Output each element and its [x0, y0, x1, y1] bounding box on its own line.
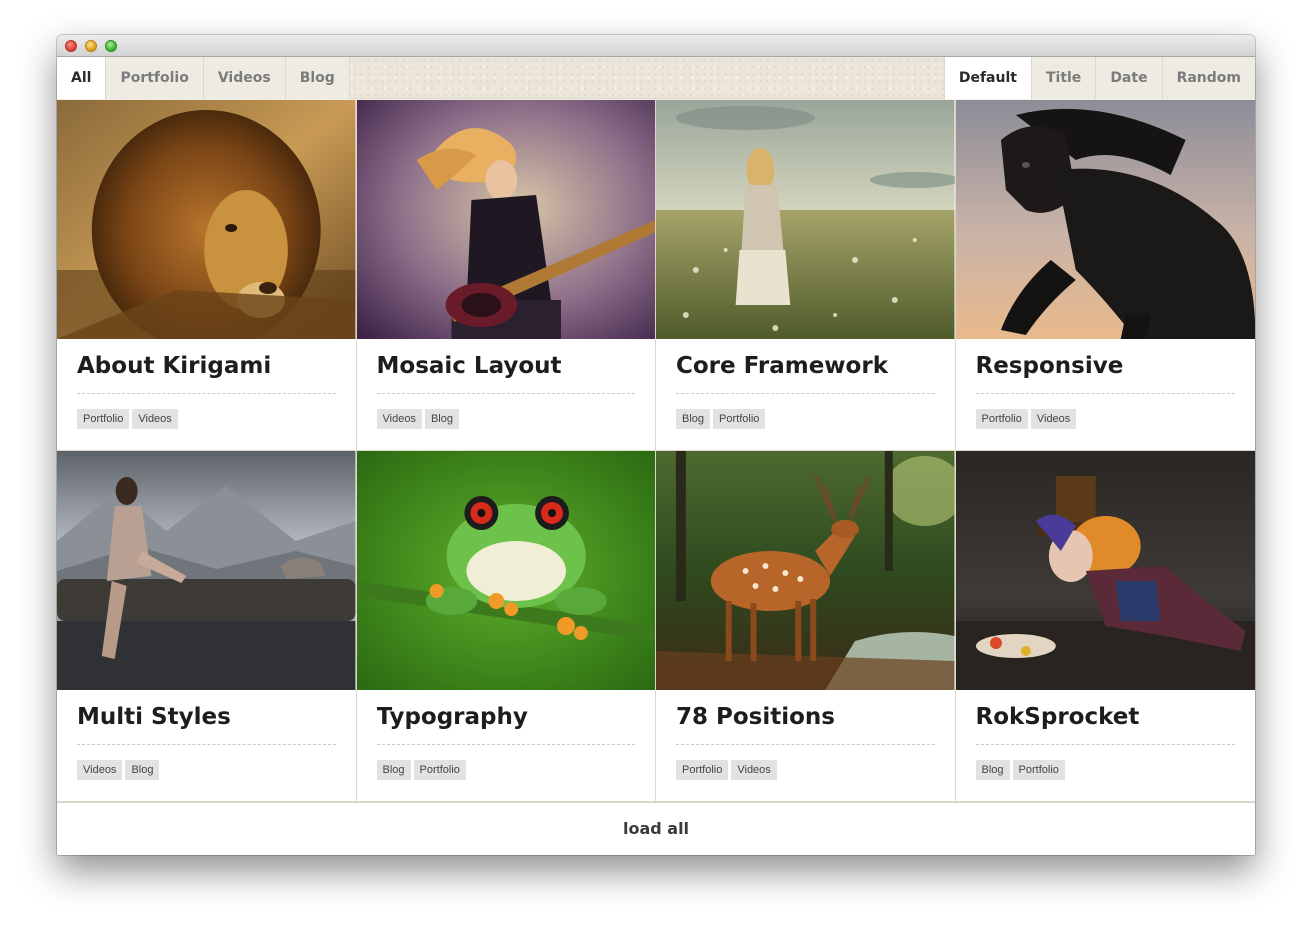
card-title[interactable]: Multi Styles: [77, 701, 336, 745]
tag-list: Portfolio Videos: [676, 760, 777, 780]
card-title[interactable]: Core Framework: [676, 350, 935, 394]
tag-badge[interactable]: Videos: [731, 760, 777, 780]
filter-tabs: All Portfolio Videos Blog: [57, 57, 350, 99]
guitarist-photo[interactable]: [356, 100, 655, 339]
tag-badge[interactable]: Blog: [676, 409, 711, 429]
filter-toolbar: All Portfolio Videos Blog Default Title …: [57, 57, 1255, 99]
mosaic-card[interactable]: About Kirigami Portfolio Videos: [57, 100, 357, 451]
card-title[interactable]: Typography: [376, 701, 635, 745]
tag-list: Videos Blog: [77, 760, 160, 780]
sort-tabs: Default Title Date Random: [943, 57, 1255, 99]
tag-list: Portfolio Videos: [975, 409, 1077, 429]
tag-badge[interactable]: Videos: [376, 409, 422, 429]
tag-badge[interactable]: Videos: [132, 409, 178, 429]
tag-list: Videos Blog: [376, 409, 459, 429]
woman-on-log-photo[interactable]: [57, 451, 356, 690]
card-title[interactable]: About Kirigami: [77, 350, 336, 394]
card-title[interactable]: 78 Positions: [676, 701, 935, 745]
filter-tab-all[interactable]: All: [57, 57, 107, 99]
woman-in-field-photo[interactable]: [656, 100, 955, 339]
deer-in-forest-photo[interactable]: [656, 451, 955, 690]
tag-badge[interactable]: Portfolio: [413, 760, 466, 780]
mosaic-grid: About Kirigami Portfolio Videos Mosaic L…: [57, 100, 1255, 802]
card-title[interactable]: Responsive: [975, 350, 1235, 394]
tag-badge[interactable]: Videos: [77, 760, 123, 780]
mosaic-card[interactable]: Typography Blog Portfolio: [356, 451, 656, 802]
mosaic-card[interactable]: Core Framework Blog Portfolio: [656, 100, 956, 451]
close-window-button[interactable]: [65, 40, 77, 52]
mosaic-card[interactable]: 78 Positions Portfolio Videos: [656, 451, 956, 802]
tag-list: Blog Portfolio: [376, 760, 466, 780]
card-title[interactable]: Mosaic Layout: [376, 350, 635, 394]
lion-photo[interactable]: [57, 100, 356, 339]
mosaic-card[interactable]: Mosaic Layout Videos Blog: [356, 100, 656, 451]
tag-list: Blog Portfolio: [975, 760, 1065, 780]
tag-list: Blog Portfolio: [676, 409, 766, 429]
tag-badge[interactable]: Blog: [424, 409, 459, 429]
tag-badge[interactable]: Blog: [376, 760, 411, 780]
filter-tab-blog[interactable]: Blog: [285, 57, 350, 99]
black-horse-photo[interactable]: [955, 100, 1255, 339]
sort-tab-title[interactable]: Title: [1030, 57, 1096, 99]
tag-badge[interactable]: Portfolio: [77, 409, 130, 429]
tag-badge[interactable]: Portfolio: [975, 409, 1028, 429]
tag-list: Portfolio Videos: [77, 409, 178, 429]
load-all-button[interactable]: load all: [57, 802, 1255, 855]
tree-frog-photo[interactable]: [356, 451, 655, 690]
tag-badge[interactable]: Blog: [975, 760, 1010, 780]
tag-badge[interactable]: Videos: [1030, 409, 1077, 429]
sort-tab-default[interactable]: Default: [943, 57, 1031, 99]
sort-tab-date[interactable]: Date: [1095, 57, 1162, 99]
minimize-window-button[interactable]: [85, 40, 97, 52]
tag-badge[interactable]: Portfolio: [713, 409, 766, 429]
mosaic-card[interactable]: Multi Styles Videos Blog: [57, 451, 357, 802]
mad-hatter-photo[interactable]: [955, 451, 1255, 690]
sort-tab-random[interactable]: Random: [1161, 57, 1255, 99]
mosaic-card[interactable]: Responsive Portfolio Videos: [955, 100, 1255, 451]
filter-tab-portfolio[interactable]: Portfolio: [106, 57, 204, 99]
browser-window: All Portfolio Videos Blog Default Title …: [57, 35, 1255, 855]
tag-badge[interactable]: Blog: [125, 760, 160, 780]
tag-badge[interactable]: Portfolio: [1012, 760, 1065, 780]
filter-tab-videos[interactable]: Videos: [203, 57, 286, 99]
tag-badge[interactable]: Portfolio: [676, 760, 729, 780]
zoom-window-button[interactable]: [105, 40, 117, 52]
card-title[interactable]: RokSprocket: [975, 701, 1235, 745]
window-titlebar: [57, 35, 1255, 57]
mosaic-card[interactable]: RokSprocket Blog Portfolio: [955, 451, 1255, 802]
